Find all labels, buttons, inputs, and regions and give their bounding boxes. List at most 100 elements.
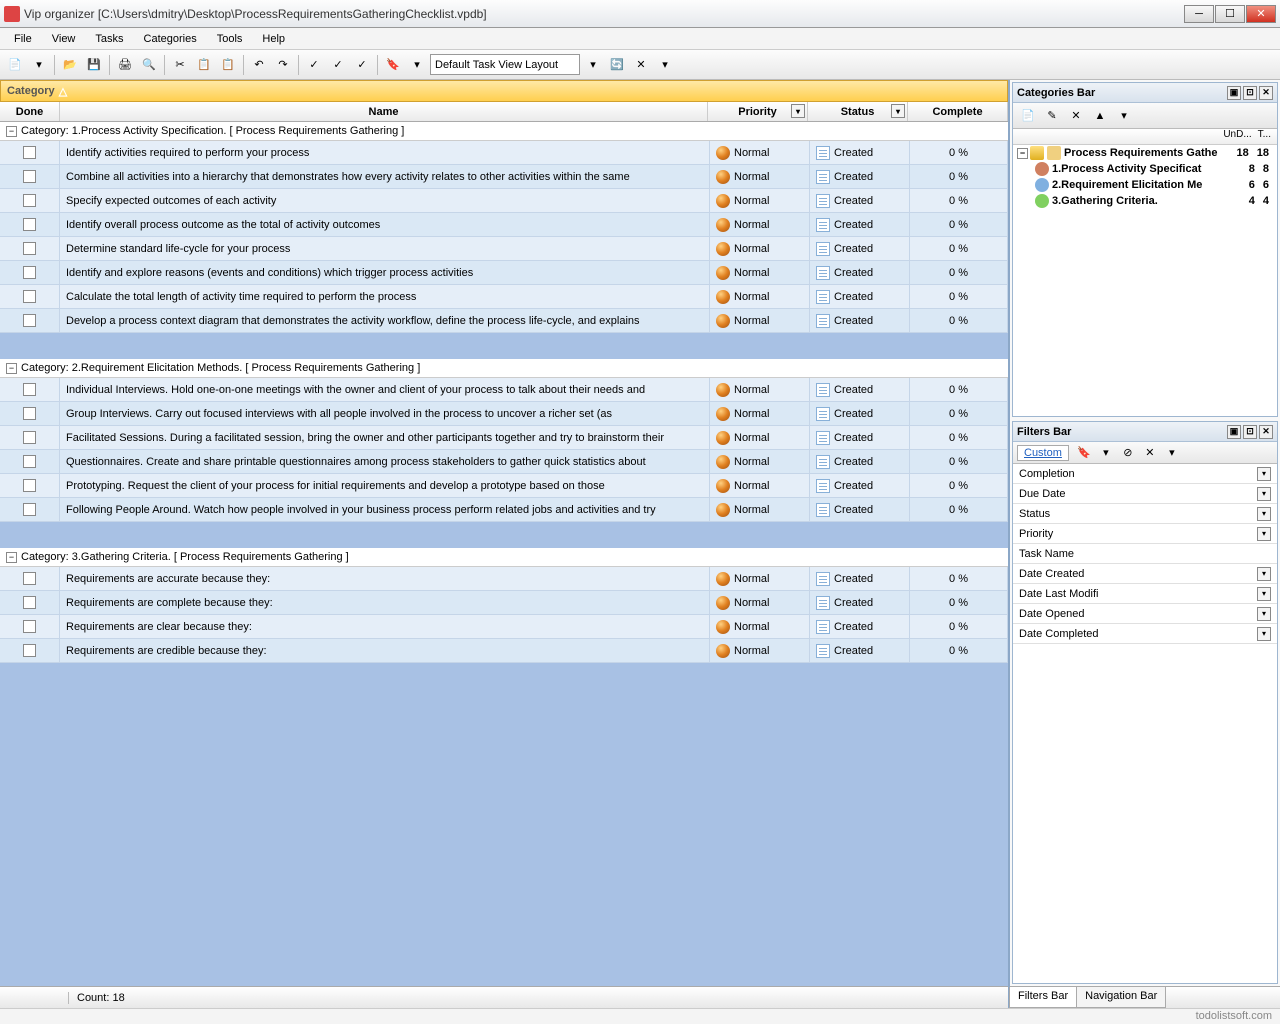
- group-header[interactable]: −Category: 1.Process Activity Specificat…: [0, 122, 1008, 141]
- tab-navigation-bar[interactable]: Navigation Bar: [1076, 987, 1166, 1008]
- filter-more-button[interactable]: ▾: [1161, 442, 1183, 464]
- column-priority[interactable]: Priority ▾: [708, 102, 808, 121]
- done-checkbox[interactable]: [23, 194, 36, 207]
- done-checkbox[interactable]: [23, 596, 36, 609]
- layout-dropdown[interactable]: ▾: [582, 54, 604, 76]
- task-row[interactable]: Requirements are credible because they:N…: [0, 639, 1008, 663]
- menu-file[interactable]: File: [6, 31, 40, 47]
- dropdown-icon[interactable]: ▾: [1257, 467, 1271, 481]
- task-row[interactable]: Specify expected outcomes of each activi…: [0, 189, 1008, 213]
- task-row[interactable]: Requirements are clear because they:Norm…: [0, 615, 1008, 639]
- dropdown-icon[interactable]: ▾: [1257, 607, 1271, 621]
- panel-max-icon[interactable]: ⊡: [1243, 86, 1257, 100]
- save-button[interactable]: 💾: [83, 54, 105, 76]
- panel-pin-icon[interactable]: ▣: [1227, 425, 1241, 439]
- undo-button[interactable]: ↶: [248, 54, 270, 76]
- done-checkbox[interactable]: [23, 620, 36, 633]
- print-button[interactable]: 🖨: [114, 54, 136, 76]
- menu-view[interactable]: View: [44, 31, 84, 47]
- task-row[interactable]: Prototyping. Request the client of your …: [0, 474, 1008, 498]
- task-row[interactable]: Requirements are complete because they:N…: [0, 591, 1008, 615]
- dropdown-icon[interactable]: ▾: [1257, 487, 1271, 501]
- close-button[interactable]: ✕: [1246, 5, 1276, 23]
- done-checkbox[interactable]: [23, 644, 36, 657]
- done-checkbox[interactable]: [23, 218, 36, 231]
- task-button-1[interactable]: ✓: [303, 54, 325, 76]
- done-checkbox[interactable]: [23, 383, 36, 396]
- task-button-3[interactable]: ✓: [351, 54, 373, 76]
- new-button[interactable]: 📄: [4, 54, 26, 76]
- dropdown-icon[interactable]: ▾: [1257, 507, 1271, 521]
- filter-dropdown[interactable]: ▾: [406, 54, 428, 76]
- tree-node[interactable]: 1.Process Activity Specificat88: [1013, 161, 1277, 177]
- paste-button[interactable]: 📋: [217, 54, 239, 76]
- done-checkbox[interactable]: [23, 170, 36, 183]
- filter-clear-button[interactable]: ⊘: [1117, 442, 1139, 464]
- layout-delete[interactable]: ✕: [630, 54, 652, 76]
- layout-more[interactable]: ▾: [654, 54, 676, 76]
- filter-button[interactable]: 🔖: [382, 54, 404, 76]
- task-row[interactable]: Following People Around. Watch how peopl…: [0, 498, 1008, 522]
- done-checkbox[interactable]: [23, 431, 36, 444]
- panel-close-icon[interactable]: ✕: [1259, 86, 1273, 100]
- collapse-icon[interactable]: −: [6, 126, 17, 137]
- group-by-bar[interactable]: Category △: [0, 80, 1008, 102]
- cat-del-button[interactable]: ✕: [1065, 105, 1087, 127]
- tab-filters-bar[interactable]: Filters Bar: [1009, 987, 1077, 1008]
- task-row[interactable]: Group Interviews. Carry out focused inte…: [0, 402, 1008, 426]
- task-row[interactable]: Develop a process context diagram that d…: [0, 309, 1008, 333]
- done-checkbox[interactable]: [23, 572, 36, 585]
- task-row[interactable]: Facilitated Sessions. During a facilitat…: [0, 426, 1008, 450]
- menu-categories[interactable]: Categories: [136, 31, 205, 47]
- cut-button[interactable]: ✂: [169, 54, 191, 76]
- dropdown-icon[interactable]: ▾: [1257, 567, 1271, 581]
- filter-dropdown[interactable]: ▾: [1095, 442, 1117, 464]
- priority-filter-icon[interactable]: ▾: [791, 104, 805, 118]
- cat-more-button[interactable]: ▾: [1113, 105, 1135, 127]
- minimize-button[interactable]: ─: [1184, 5, 1214, 23]
- open-button[interactable]: 📂: [59, 54, 81, 76]
- task-row[interactable]: Identify activities required to perform …: [0, 141, 1008, 165]
- done-checkbox[interactable]: [23, 290, 36, 303]
- copy-button[interactable]: 📋: [193, 54, 215, 76]
- tree-node[interactable]: 2.Requirement Elicitation Me66: [1013, 177, 1277, 193]
- redo-button[interactable]: ↷: [272, 54, 294, 76]
- collapse-icon[interactable]: −: [6, 552, 17, 563]
- filter-item[interactable]: Priority▾: [1013, 524, 1277, 544]
- done-checkbox[interactable]: [23, 242, 36, 255]
- task-row[interactable]: Individual Interviews. Hold one-on-one m…: [0, 378, 1008, 402]
- tree-node[interactable]: 3.Gathering Criteria.44: [1013, 193, 1277, 209]
- filter-item[interactable]: Date Last Modifi▾: [1013, 584, 1277, 604]
- task-row[interactable]: Questionnaires. Create and share printab…: [0, 450, 1008, 474]
- filter-delete-button[interactable]: ✕: [1139, 442, 1161, 464]
- column-complete[interactable]: Complete: [908, 102, 1008, 121]
- task-row[interactable]: Determine standard life-cycle for your p…: [0, 237, 1008, 261]
- column-done[interactable]: Done: [0, 102, 60, 121]
- filter-item[interactable]: Date Completed▾: [1013, 624, 1277, 644]
- done-checkbox[interactable]: [23, 266, 36, 279]
- done-checkbox[interactable]: [23, 314, 36, 327]
- menu-tools[interactable]: Tools: [209, 31, 251, 47]
- done-checkbox[interactable]: [23, 146, 36, 159]
- cat-new-button[interactable]: 📄: [1017, 105, 1039, 127]
- task-row[interactable]: Identify and explore reasons (events and…: [0, 261, 1008, 285]
- task-row[interactable]: Requirements are accurate because they:N…: [0, 567, 1008, 591]
- task-row[interactable]: Identify overall process outcome as the …: [0, 213, 1008, 237]
- filter-item[interactable]: Completion▾: [1013, 464, 1277, 484]
- tree-collapse-icon[interactable]: −: [1017, 148, 1028, 159]
- custom-filter-link[interactable]: Custom: [1017, 445, 1069, 461]
- cat-edit-button[interactable]: ✎: [1041, 105, 1063, 127]
- filter-apply-button[interactable]: 🔖: [1073, 442, 1095, 464]
- panel-close-icon[interactable]: ✕: [1259, 425, 1273, 439]
- dropdown-icon[interactable]: ▾: [1257, 587, 1271, 601]
- tree-node[interactable]: −Process Requirements Gathe1818: [1013, 145, 1277, 161]
- collapse-icon[interactable]: −: [6, 363, 17, 374]
- task-row[interactable]: Combine all activities into a hierarchy …: [0, 165, 1008, 189]
- filter-item[interactable]: Date Created▾: [1013, 564, 1277, 584]
- layout-selector[interactable]: Default Task View Layout: [430, 54, 580, 75]
- menu-help[interactable]: Help: [254, 31, 293, 47]
- cat-up-button[interactable]: ▲: [1089, 105, 1111, 127]
- done-checkbox[interactable]: [23, 479, 36, 492]
- done-checkbox[interactable]: [23, 503, 36, 516]
- panel-pin-icon[interactable]: ▣: [1227, 86, 1241, 100]
